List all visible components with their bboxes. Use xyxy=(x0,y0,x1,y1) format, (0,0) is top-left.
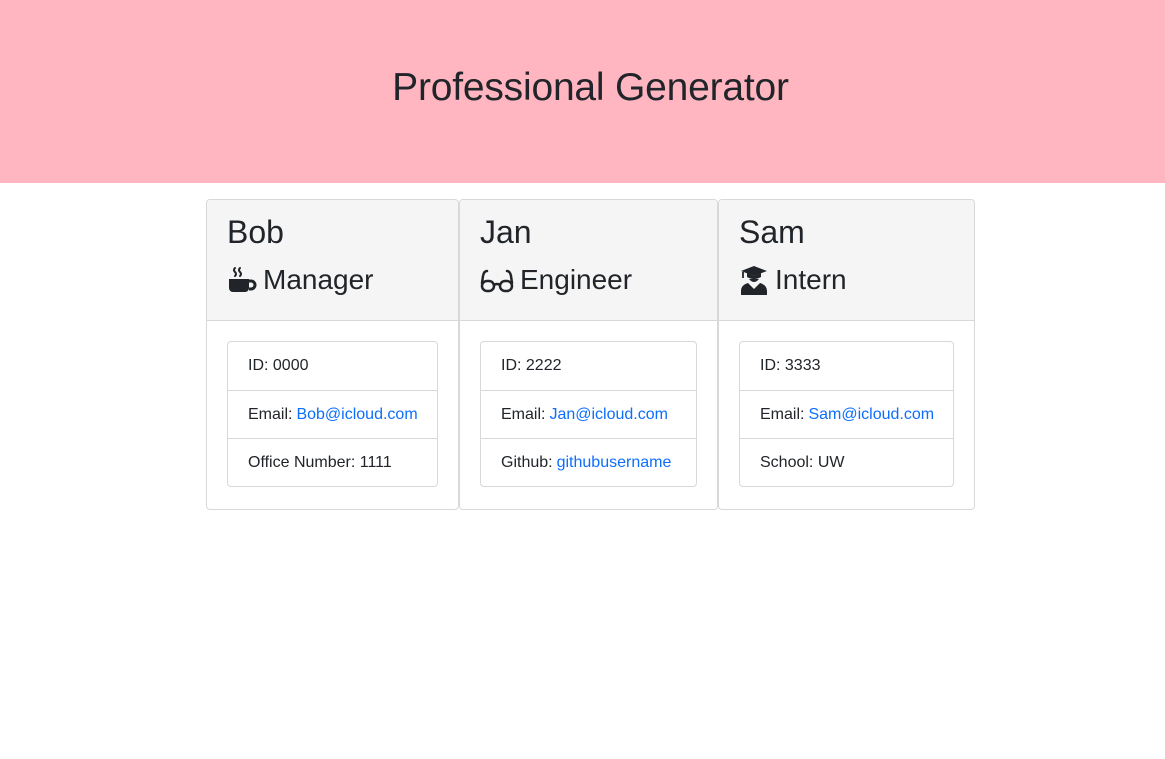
employee-role: Intern xyxy=(739,262,954,298)
role-label: Manager xyxy=(263,264,374,295)
employee-card-manager: Bob Manager ID: 0000 Email: Bob@icloud.c… xyxy=(206,199,459,510)
email-label: Email: xyxy=(501,405,546,423)
info-list: ID: 2222 Email: Jan@icloud.com Github: g… xyxy=(480,341,697,487)
role-label: Engineer xyxy=(520,264,633,295)
email-label: Email: xyxy=(248,405,293,423)
github-link[interactable]: githubusername xyxy=(557,454,672,472)
coffee-mug-icon xyxy=(227,265,257,295)
info-list: ID: 0000 Email: Bob@icloud.com Office Nu… xyxy=(227,341,438,487)
email-item: Email: Bob@icloud.com xyxy=(228,390,437,438)
card-body: ID: 0000 Email: Bob@icloud.com Office Nu… xyxy=(207,321,458,507)
employee-name: Sam xyxy=(739,214,805,250)
card-header: Sam Intern xyxy=(719,200,974,321)
employee-role: Engineer xyxy=(480,262,697,298)
id-item: ID: 3333 xyxy=(760,357,821,374)
id-item: ID: 0000 xyxy=(248,357,309,374)
employee-role: Manager xyxy=(227,262,438,298)
email-link[interactable]: Sam@icloud.com xyxy=(808,406,934,424)
card-body: ID: 2222 Email: Jan@icloud.com Github: g… xyxy=(460,321,717,507)
email-label: Email: xyxy=(760,405,805,423)
school-item: School: UW xyxy=(740,438,953,486)
office-number-item: Office Number: 1111 xyxy=(228,438,437,486)
card-header: Bob Manager xyxy=(207,200,458,321)
card-header: Jan Engineer xyxy=(460,200,717,321)
employee-name: Bob xyxy=(227,214,284,250)
employee-card-engineer: Jan Engineer ID: 2222 Email: Jan@icloud.… xyxy=(459,199,718,510)
glasses-icon xyxy=(480,265,514,295)
role-label: Intern xyxy=(775,264,847,295)
github-label: Github: xyxy=(501,453,553,471)
page-title: Professional Generator xyxy=(392,65,789,109)
employee-name: Jan xyxy=(480,214,532,250)
card-body: ID: 3333 Email: Sam@icloud.com School: U… xyxy=(719,321,974,507)
email-link[interactable]: Bob@icloud.com xyxy=(296,406,417,424)
info-list: ID: 3333 Email: Sam@icloud.com School: U… xyxy=(739,341,954,487)
email-link[interactable]: Jan@icloud.com xyxy=(549,406,668,424)
employee-cards: Bob Manager ID: 0000 Email: Bob@icloud.c… xyxy=(206,199,975,510)
employee-card-intern: Sam Intern ID: 3333 Email: Sam@icloud.co… xyxy=(718,199,975,510)
page-header: Professional Generator xyxy=(0,0,1165,183)
id-item: ID: 2222 xyxy=(501,357,562,374)
graduate-icon xyxy=(739,265,769,295)
email-item: Email: Jan@icloud.com xyxy=(481,390,696,438)
email-item: Email: Sam@icloud.com xyxy=(740,390,953,438)
github-item: Github: githubusername xyxy=(481,438,696,486)
